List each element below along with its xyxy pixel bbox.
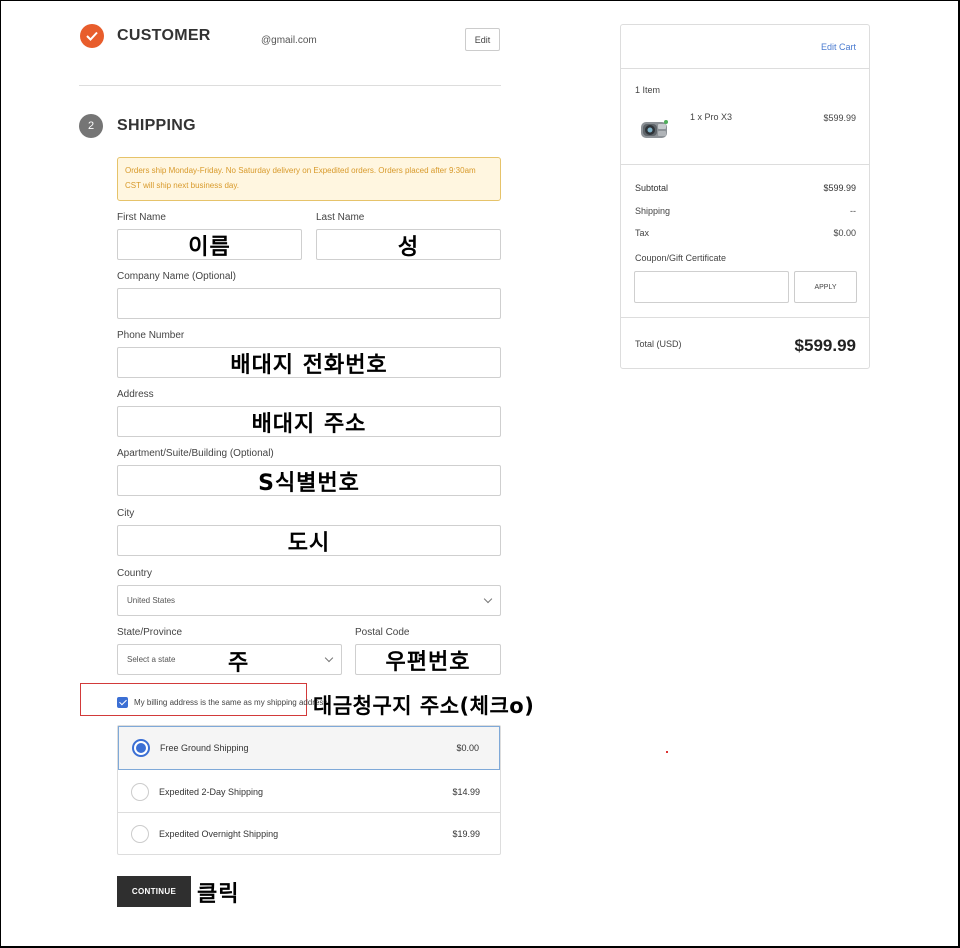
shipping-option-price: $19.99 (452, 829, 480, 839)
city-annotation: 도시 (287, 530, 331, 556)
billing-same-label: My billing address is the same as my shi… (134, 698, 330, 707)
chevron-down-icon (483, 594, 493, 604)
city-input[interactable]: 도시 (117, 525, 501, 556)
shipping-option-price: $14.99 (452, 786, 480, 797)
edit-cart-link[interactable]: Edit Cart (821, 42, 856, 52)
coupon-input[interactable] (634, 271, 789, 303)
continue-annotation: 클릭 (197, 882, 240, 907)
company-label: Company Name (Optional) (117, 271, 236, 282)
apartment-input[interactable]: S식별번호 (117, 465, 501, 496)
shipping-option-expedited-overnight[interactable]: Expedited Overnight Shipping $19.99 (118, 813, 500, 855)
order-summary: Edit Cart 1 Item 1 x Pro X3 $599.99 Subt… (620, 24, 870, 369)
postal-label: Postal Code (355, 627, 410, 638)
product-thumbnail (638, 113, 672, 145)
coupon-label: Coupon/Gift Certificate (635, 253, 727, 263)
radio-icon[interactable] (131, 782, 149, 801)
shipping-option-name: Expedited 2-Day Shipping (159, 786, 264, 797)
country-value: United States (127, 596, 176, 605)
address-annotation: 배대지 주소 (251, 411, 367, 437)
postal-annotation: 우편번호 (385, 649, 471, 675)
item-name: 1 x Pro X3 (690, 112, 733, 122)
shipping-option-price: $0.00 (456, 743, 479, 753)
shipping-value: -- (850, 206, 856, 216)
phone-input[interactable]: 배대지 전화번호 (117, 347, 501, 378)
postal-input[interactable]: 우편번호 (355, 644, 501, 675)
subtotal-label: Subtotal (635, 183, 669, 193)
address-label: Address (117, 389, 154, 400)
billing-same-checkbox[interactable] (117, 697, 128, 708)
shipping-option-expedited-2day[interactable]: Expedited 2-Day Shipping $14.99 (118, 770, 500, 813)
tax-value: $0.00 (833, 228, 856, 238)
total-value: $599.99 (794, 336, 856, 355)
radio-icon[interactable] (131, 825, 149, 843)
stray-dot (666, 751, 668, 753)
shipping-option-name: Free Ground Shipping (160, 743, 249, 753)
state-placeholder: Select a state (127, 655, 176, 664)
tax-label: Tax (635, 228, 650, 238)
first-name-label: First Name (117, 212, 166, 223)
state-label: State/Province (117, 627, 183, 638)
shipping-notice: Orders ship Monday-Friday. No Saturday d… (117, 157, 501, 201)
chevron-down-icon (324, 653, 334, 663)
shipping-option-name: Expedited Overnight Shipping (159, 829, 279, 839)
address-input[interactable]: 배대지 주소 (117, 406, 501, 437)
total-label: Total (USD) (635, 339, 682, 349)
cart-divider (621, 164, 869, 165)
cart-divider (621, 68, 869, 69)
phone-label: Phone Number (117, 330, 185, 341)
shipping-option-free-ground[interactable]: Free Ground Shipping $0.00 (118, 726, 500, 770)
billing-annotation: 대금청구지 주소(체크o) (313, 694, 535, 718)
apartment-annotation: S식별번호 (258, 470, 360, 496)
step-number-badge: 2 (79, 114, 103, 138)
section-divider (79, 85, 501, 86)
apartment-label: Apartment/Suite/Building (Optional) (117, 448, 274, 459)
last-name-annotation: 성 (397, 234, 420, 260)
last-name-input[interactable]: 성 (316, 229, 501, 260)
country-select[interactable]: United States (117, 585, 501, 616)
last-name-label: Last Name (316, 212, 365, 223)
radio-selected-icon[interactable] (132, 739, 150, 757)
state-annotation: 주 (228, 651, 250, 676)
item-price: $599.99 (823, 113, 856, 123)
first-name-input[interactable]: 이름 (117, 229, 302, 260)
item-count: 1 Item (635, 85, 661, 95)
shipping-title: SHIPPING (117, 117, 196, 134)
first-name-annotation: 이름 (188, 234, 231, 260)
continue-button[interactable]: CONTINUE (117, 876, 191, 907)
shipping-label: Shipping (635, 206, 671, 216)
apply-coupon-button[interactable]: APPLY (794, 271, 857, 303)
customer-title: CUSTOMER (117, 27, 211, 44)
customer-edit-button[interactable]: Edit (465, 28, 500, 51)
city-label: City (117, 508, 135, 519)
country-label: Country (117, 568, 153, 579)
cart-divider (621, 317, 869, 318)
phone-annotation: 배대지 전화번호 (230, 352, 388, 378)
company-input[interactable] (117, 288, 501, 319)
subtotal-value: $599.99 (823, 183, 856, 193)
check-icon (80, 24, 104, 48)
customer-email: @gmail.com (261, 35, 317, 46)
shipping-options: Free Ground Shipping $0.00 Expedited 2-D… (117, 725, 501, 855)
